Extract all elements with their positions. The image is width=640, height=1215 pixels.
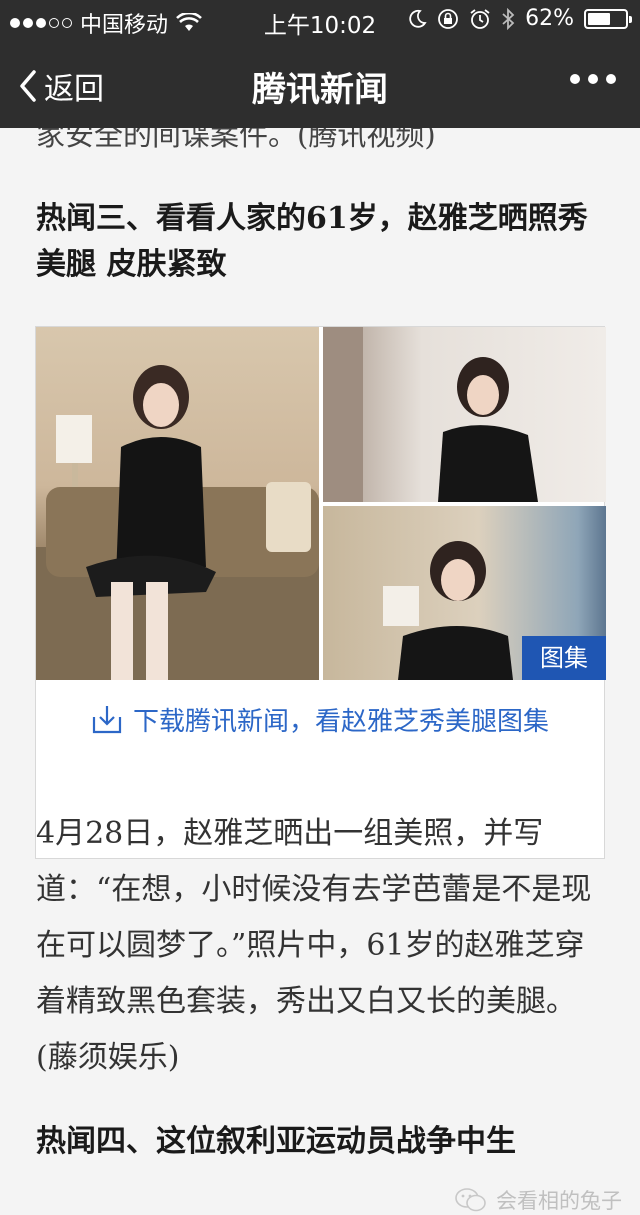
more-dot <box>588 74 598 84</box>
gallery-photo-top-right[interactable] <box>323 327 606 502</box>
photo-illustration <box>323 327 538 502</box>
more-dot <box>570 74 580 84</box>
gallery-badge[interactable]: 图集 <box>522 636 606 680</box>
wechat-icon <box>455 1188 486 1212</box>
section-headline: 热闻三、看看人家的61岁，赵雅芝晒照秀美腿 皮肤紧致 <box>36 201 588 282</box>
download-app-link[interactable]: 下载腾讯新闻，看赵雅芝秀美腿图集 <box>36 680 604 758</box>
more-menu-button[interactable] <box>570 74 616 84</box>
battery-percent: 62% <box>525 6 574 31</box>
status-bar: 中国移动 上午10:02 62% <box>0 0 640 40</box>
nav-bar: 返回 腾讯新闻 <box>0 40 640 128</box>
battery-icon <box>584 8 632 29</box>
gallery-photo-bottom-right[interactable]: 图集 <box>323 506 606 680</box>
rotation-lock-icon <box>438 8 458 29</box>
bluetooth-icon <box>502 7 515 30</box>
page-title: 腾讯新闻 <box>252 70 388 110</box>
watermark-label: 会看相的兔子 <box>496 1189 622 1213</box>
photo-illustration <box>36 365 319 680</box>
download-icon <box>92 706 122 734</box>
battery-level <box>588 12 610 25</box>
account-watermark: 会看相的兔子 <box>454 1185 622 1215</box>
status-right: 62% <box>407 6 632 31</box>
gallery-card[interactable]: 图集 下载腾讯新闻，看赵雅芝秀美腿图集 <box>35 326 606 859</box>
moon-icon <box>409 9 427 28</box>
next-section-headline: 热闻四、这位叙利亚运动员战争中生 <box>36 1124 516 1159</box>
article-paragraph: 4月28日，赵雅芝晒出一组美照，并写道：“在想，小时候没有去学芭蕾是不是现在可以… <box>36 816 592 1075</box>
more-dot <box>606 74 616 84</box>
gallery-photo-main[interactable] <box>36 327 319 680</box>
download-link-label: 下载腾讯新闻，看赵雅芝秀美腿图集 <box>132 706 549 737</box>
alarm-icon <box>470 8 490 29</box>
